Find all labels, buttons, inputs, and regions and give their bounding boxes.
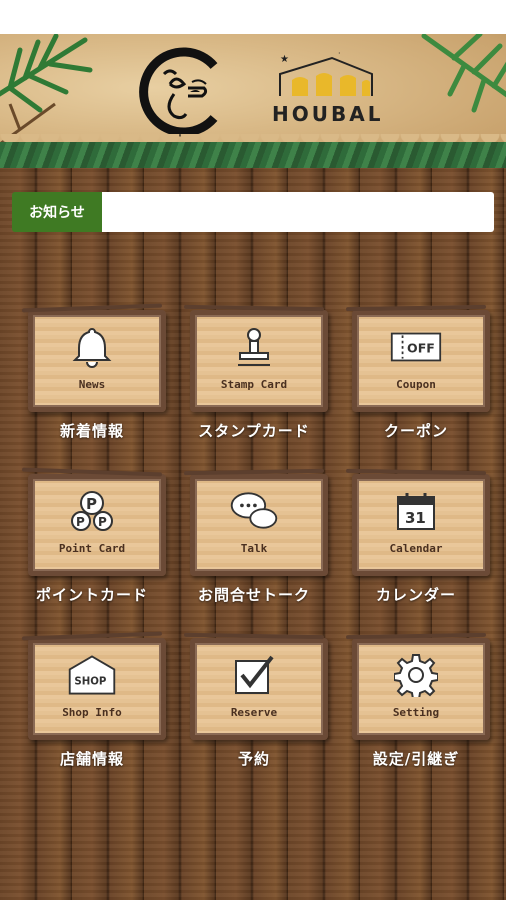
svg-text:P: P [76,515,85,529]
menu-tile-news[interactable]: News [21,302,166,412]
chat-icon [228,488,280,534]
shop-icon: SHOP [66,652,118,698]
tile-label-en: Point Card [58,542,126,555]
menu-label-news[interactable]: 新着情報 [12,420,172,441]
gear-icon [390,652,442,698]
svg-text:P: P [98,515,107,529]
menu-tile-reserve[interactable]: Reserve [183,630,328,740]
tile-label-en: Coupon [396,378,436,391]
cafe-logo-icon [139,47,218,137]
notice-label: お知らせ [12,192,102,232]
menu-tile-coupon[interactable]: OFF Coupon [345,302,490,412]
menu-label-setting[interactable]: 設定/引継ぎ [336,748,496,769]
coupon-icon: OFF [390,324,442,370]
menu-label-reserve[interactable]: 予約 [174,748,334,769]
notice-bar[interactable]: お知らせ [12,192,494,232]
menu-tile-setting[interactable]: Setting [345,630,490,740]
status-bar [0,0,506,34]
menu-tile-talk[interactable]: Talk [183,466,328,576]
stamp-icon [228,324,280,370]
tile-label-en: Reserve [230,706,278,719]
tile-label-en: Calendar [389,542,443,555]
menu-label-shop-info[interactable]: 店舗情報 [12,748,172,769]
svg-text:·: · [338,50,341,58]
jungle-border [0,142,506,168]
tile-label-en: Shop Info [62,706,122,719]
tile-label-en: Stamp Card [220,378,288,391]
tile-label-en: Talk [240,542,268,555]
houbal-logo: ★ · HOUBAL [272,50,382,130]
palm-leaf-right-icon [421,34,506,113]
menu-tile-shop-info[interactable]: SHOP Shop Info [21,630,166,740]
bell-icon [66,324,118,370]
coupon-badge: OFF [407,340,435,355]
svg-text:★: ★ [280,54,289,65]
menu-tile-calendar[interactable]: 31 Calendar [345,466,490,576]
menu-label-coupon[interactable]: クーポン [336,420,496,441]
calendar-badge: 31 [405,509,426,527]
shop-badge: SHOP [74,676,107,687]
notice-ticker[interactable] [102,192,494,232]
header-banner: ★ · HOUBAL [0,34,506,168]
houbal-house-icon: ★ · [279,50,373,96]
menu-label-talk[interactable]: お問合せトーク [174,584,334,605]
menu-label-point-card[interactable]: ポイントカード [12,584,172,605]
tile-label-en: News [78,378,106,391]
menu-tile-point-card[interactable]: PPP Point Card [21,466,166,576]
calendar-icon: 31 [390,488,442,534]
brand-name: HOUBAL [272,102,384,126]
svg-text:P: P [86,495,97,513]
points-icon: PPP [66,488,118,534]
reserve-icon [228,652,280,698]
menu-label-stamp-card[interactable]: スタンプカード [174,420,334,441]
menu-tile-stamp-card[interactable]: Stamp Card [183,302,328,412]
menu-label-calendar[interactable]: カレンダー [336,584,496,605]
tile-label-en: Setting [392,706,440,719]
